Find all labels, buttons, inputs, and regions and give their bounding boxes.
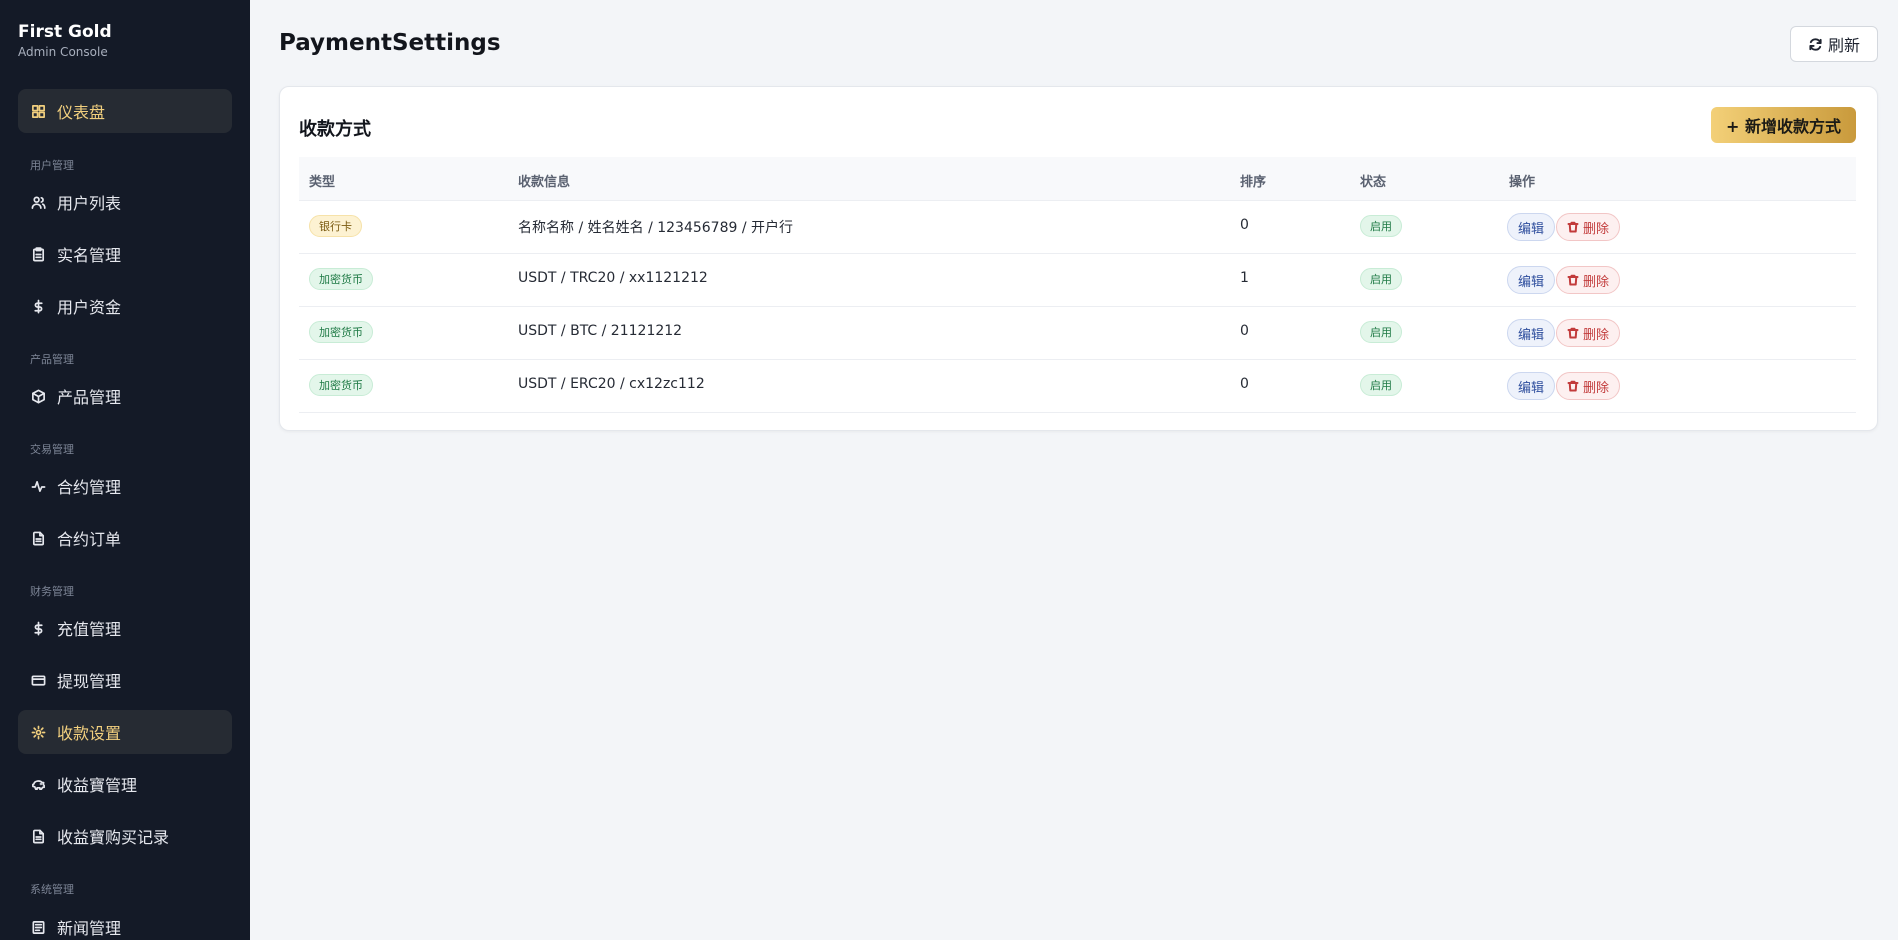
sidebar-item-products[interactable]: 产品管理 [18, 374, 232, 418]
status-badge: 启用 [1360, 374, 1402, 396]
payment-info: USDT / BTC / 21121212 [518, 323, 683, 339]
payment-info: 名称名称 / 姓名姓名 / 123456789 / 开户行 [518, 220, 794, 236]
sidebar-item-news[interactable]: 新闻管理 [18, 905, 232, 940]
refresh-label: 刷新 [1827, 36, 1860, 55]
type-badge: 加密货币 [309, 374, 373, 396]
dashboard-icon [30, 103, 46, 119]
dollar-icon [30, 298, 46, 314]
payment-info: USDT / TRC20 / xx1121212 [518, 270, 708, 286]
table-row: 银行卡 名称名称 / 姓名姓名 / 123456789 / 开户行 0 启用 编… [299, 201, 1856, 254]
sidebar-item-label: 合约管理 [57, 478, 122, 497]
sidebar-item-withdrawals[interactable]: 提现管理 [18, 658, 232, 702]
type-badge: 加密货币 [309, 321, 373, 343]
group-label-system: 系统管理 [30, 883, 74, 896]
clipboard-icon [30, 246, 46, 262]
trash-icon [1567, 274, 1579, 286]
sidebar-item-label: 收益寶购买记录 [57, 828, 170, 847]
sidebar-item-contract-orders[interactable]: 合约订单 [18, 516, 232, 560]
sidebar-item-label: 收款设置 [57, 724, 122, 743]
refresh-icon [1809, 37, 1822, 51]
status-badge: 启用 [1360, 321, 1402, 343]
sidebar-item-label: 仪表盘 [57, 103, 106, 122]
brand-title: First Gold [18, 22, 112, 42]
delete-button[interactable]: 删除 [1556, 266, 1621, 294]
file-icon [30, 828, 46, 844]
status-badge: 启用 [1360, 268, 1402, 290]
payment-methods-card: 收款方式 + 新增收款方式 类型 收款信息 排序 状态 操作 银行卡 名称名称 … [279, 86, 1878, 431]
sidebar-item-earnings-vault[interactable]: 收益寶管理 [18, 762, 232, 806]
sidebar-item-contracts[interactable]: 合约管理 [18, 464, 232, 508]
sidebar-item-payment-settings[interactable]: 收款设置 [18, 710, 232, 754]
sidebar-item-kyc[interactable]: 实名管理 [18, 232, 232, 276]
column-header-type: 类型 [309, 175, 336, 190]
box-icon [30, 388, 46, 404]
group-label-trading: 交易管理 [30, 443, 74, 456]
brand-subtitle: Admin Console [18, 45, 108, 59]
table-row: 加密货币 USDT / ERC20 / cx12zc112 0 启用 编辑 删除 [299, 360, 1856, 413]
sidebar-item-dashboard[interactable]: 仪表盘 [18, 89, 232, 133]
sidebar-item-deposits[interactable]: 充值管理 [18, 606, 232, 650]
sidebar-item-label: 用户列表 [57, 194, 122, 213]
delete-label: 删除 [1583, 327, 1610, 343]
trash-icon [1567, 327, 1579, 339]
refresh-button[interactable]: 刷新 [1790, 26, 1878, 62]
delete-button[interactable]: 删除 [1556, 213, 1621, 241]
payment-info: USDT / ERC20 / cx12zc112 [518, 376, 705, 392]
group-label-products: 产品管理 [30, 353, 74, 366]
file-icon [30, 530, 46, 546]
edit-button[interactable]: 编辑 [1507, 213, 1556, 241]
group-label-users: 用户管理 [30, 159, 74, 172]
newspaper-icon [30, 919, 46, 935]
card-title: 收款方式 [299, 119, 371, 140]
group-label-finance: 财务管理 [30, 585, 74, 598]
delete-label: 删除 [1583, 274, 1610, 290]
delete-label: 删除 [1583, 221, 1610, 237]
sidebar-item-vault-purchases[interactable]: 收益寶购买记录 [18, 814, 232, 858]
gear-icon [30, 724, 46, 740]
edit-button[interactable]: 编辑 [1507, 266, 1556, 294]
column-header-sort: 排序 [1240, 175, 1267, 190]
table-header: 类型 收款信息 排序 状态 操作 [299, 157, 1856, 201]
sidebar-item-user-funds[interactable]: 用户资金 [18, 284, 232, 328]
sidebar-item-user-list[interactable]: 用户列表 [18, 180, 232, 224]
delete-button[interactable]: 删除 [1556, 319, 1621, 347]
sidebar: First Gold Admin Console 仪表盘 用户管理 用户列表 实… [0, 0, 250, 940]
edit-button[interactable]: 编辑 [1507, 372, 1556, 400]
sort-value: 1 [1240, 270, 1249, 286]
users-icon [30, 194, 46, 210]
sort-value: 0 [1240, 376, 1249, 392]
page-title: PaymentSettings [279, 30, 501, 56]
delete-label: 删除 [1583, 380, 1610, 396]
activity-icon [30, 478, 46, 494]
credit-card-icon [30, 672, 46, 688]
table-row: 加密货币 USDT / BTC / 21121212 0 启用 编辑 删除 [299, 307, 1856, 360]
sidebar-item-label: 充值管理 [57, 620, 122, 639]
sidebar-item-label: 新闻管理 [57, 919, 122, 938]
trash-icon [1567, 221, 1579, 233]
sidebar-item-label: 合约订单 [57, 530, 122, 549]
sidebar-item-label: 实名管理 [57, 246, 122, 265]
type-badge: 加密货币 [309, 268, 373, 290]
dollar-icon [30, 620, 46, 636]
delete-button[interactable]: 删除 [1556, 372, 1621, 400]
table-row: 加密货币 USDT / TRC20 / xx1121212 1 启用 编辑 删除 [299, 254, 1856, 307]
trash-icon [1567, 380, 1579, 392]
sort-value: 0 [1240, 217, 1249, 233]
column-header-status: 状态 [1360, 175, 1387, 190]
sidebar-item-label: 用户资金 [57, 298, 122, 317]
status-badge: 启用 [1360, 215, 1402, 237]
piggy-bank-icon [30, 776, 46, 792]
sidebar-item-label: 收益寶管理 [57, 776, 138, 795]
column-header-info: 收款信息 [518, 175, 571, 190]
sort-value: 0 [1240, 323, 1249, 339]
add-payment-method-button[interactable]: + 新增收款方式 [1711, 107, 1856, 143]
brand: First Gold Admin Console [18, 22, 112, 59]
sidebar-item-label: 提现管理 [57, 672, 122, 691]
edit-button[interactable]: 编辑 [1507, 319, 1556, 347]
type-badge: 银行卡 [309, 215, 362, 237]
column-header-actions: 操作 [1509, 175, 1536, 190]
sidebar-item-label: 产品管理 [57, 388, 122, 407]
